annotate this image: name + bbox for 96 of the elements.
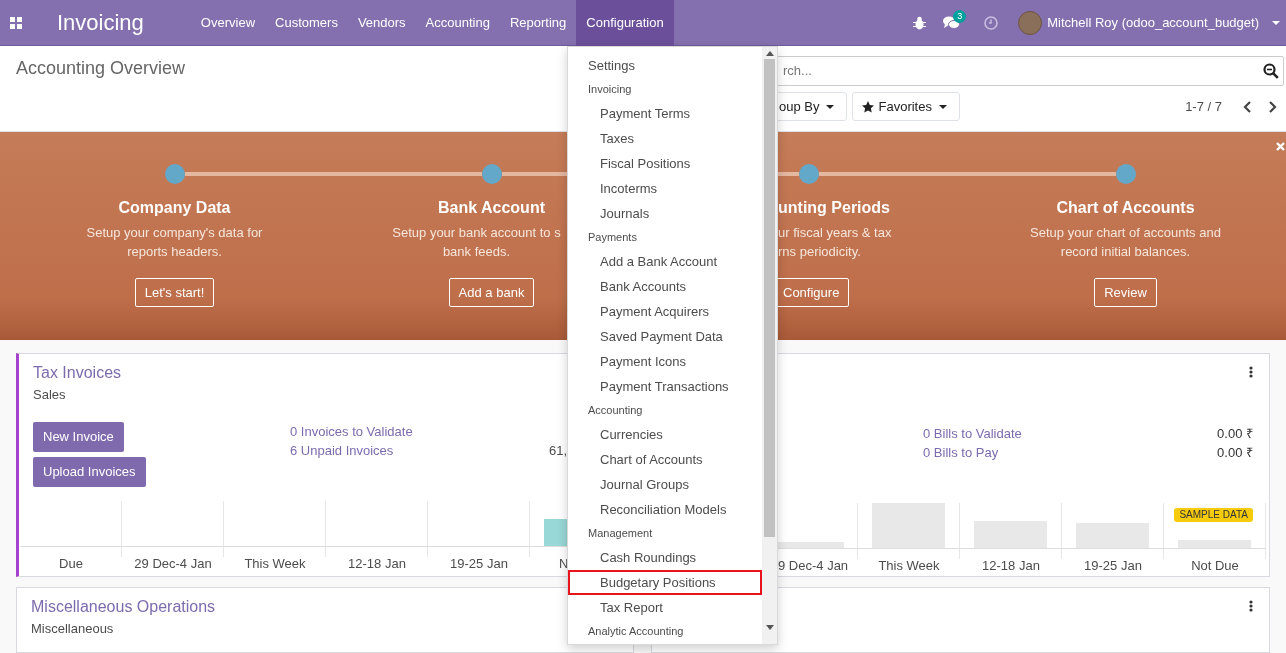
dropdown-item[interactable]: Chart of Accounts — [568, 447, 762, 472]
page-title: Accounting Overview — [16, 57, 187, 79]
journal-action-button[interactable]: New Invoice — [33, 422, 124, 452]
dropdown-item[interactable]: Payment Transactions — [568, 374, 762, 399]
scrollbar-thumb[interactable] — [764, 59, 775, 537]
app-title: Invoicing — [57, 9, 144, 37]
search-input[interactable]: rch... — [771, 60, 1263, 82]
menu-section-header: Accounting — [587, 403, 644, 418]
dropdown-item[interactable]: Currencies — [568, 422, 762, 447]
scroll-down-icon[interactable] — [765, 625, 774, 630]
message-count-badge: 3 — [953, 9, 967, 23]
stat-amount: 0.00 ₹ — [1217, 425, 1253, 443]
avatar — [1018, 10, 1043, 35]
sample-data-badge: SAMPLE DATA — [1174, 508, 1253, 522]
journal-title[interactable]: Tax Invoices — [33, 363, 122, 383]
stat-link[interactable]: 0 Invoices to Validate — [290, 422, 549, 441]
dropdown-item[interactable]: Payment Icons — [568, 349, 762, 374]
step-dot — [164, 164, 185, 184]
dropdown-item[interactable]: Budgetary Positions — [568, 570, 762, 595]
stat-amount: 0.00 ₹ — [1217, 444, 1253, 462]
dropdown-item[interactable]: Taxes — [568, 126, 762, 151]
step-dot — [798, 164, 819, 184]
chevron-left-icon — [1243, 100, 1251, 113]
axis-label: 9 Dec-4 Jan — [778, 559, 850, 573]
stat-link[interactable]: 0 Bills to Pay — [923, 443, 1182, 462]
caret-icon — [938, 104, 947, 109]
search-icon[interactable] — [1263, 63, 1279, 79]
dropdown-item[interactable]: Cash Roundings — [568, 545, 762, 570]
axis-label: N — [558, 557, 567, 571]
menu-item[interactable]: Vendors — [347, 0, 416, 46]
step-button[interactable]: Review — [1094, 278, 1157, 307]
favorites-button[interactable]: Favorites — [852, 92, 960, 121]
grid-icon — [10, 16, 22, 29]
step-dot — [1115, 164, 1136, 184]
step-description: ur fiscal years & tax rns periodicity. — [777, 224, 892, 261]
axis-label: 19-25 Jan — [1083, 559, 1143, 573]
axis-label: 19-25 Jan — [449, 557, 509, 571]
dropdown-item[interactable]: Tax Report — [568, 595, 762, 620]
pager-value: 1-7 / 7 — [1185, 97, 1222, 116]
menu-item[interactable]: Accounting — [415, 0, 500, 46]
scrollbar[interactable] — [762, 47, 777, 644]
menu-section-header: Analytic Accounting — [587, 624, 685, 639]
stat-link[interactable]: 0 Bills to Validate — [923, 424, 1182, 443]
star-icon — [862, 100, 875, 113]
dropdown-item[interactable]: Fiscal Positions — [568, 151, 762, 176]
step-title: Chart of Accounts — [1056, 198, 1195, 218]
axis-label: Not Due — [1190, 559, 1240, 573]
dropdown-item[interactable]: Journal Groups — [568, 472, 762, 497]
dropdown-item[interactable]: Saved Payment Data — [568, 324, 762, 349]
axis-label: 12-18 Jan — [981, 559, 1041, 573]
step-title: Bank Account — [438, 198, 545, 218]
journal-title[interactable]: Miscellaneous Operations — [31, 597, 216, 617]
step-title: Company Data — [118, 198, 231, 218]
kebab-menu-icon[interactable] — [1249, 366, 1253, 378]
journal-type: Miscellaneous — [31, 620, 114, 638]
stat-link[interactable]: 6 Unpaid Invoices — [290, 441, 549, 460]
clock-icon — [984, 15, 999, 30]
menu-item[interactable]: Customers — [265, 0, 348, 46]
chevron-right-icon — [1269, 100, 1277, 113]
dropdown-item[interactable]: Settings — [568, 53, 762, 78]
menu-item[interactable]: Overview — [190, 0, 266, 46]
dropdown-item[interactable]: Add a Bank Account — [568, 249, 762, 274]
dropdown-item[interactable]: Payment Acquirers — [568, 299, 762, 324]
axis-label: 12-18 Jan — [347, 557, 407, 571]
kebab-menu-icon[interactable] — [1249, 600, 1253, 612]
menu-item[interactable]: Reporting — [499, 0, 577, 46]
menu-section-header: Payments — [587, 230, 638, 245]
journal-action-button[interactable]: Upload Invoices — [33, 457, 146, 487]
step-title: unting Periods — [777, 198, 890, 218]
step-description: Setup your chart of accounts and record initial balances. — [1030, 224, 1221, 261]
menu-section-header: Invoicing — [587, 82, 633, 97]
menu-section-header: Management — [587, 526, 654, 541]
stat-amount: 61, — [549, 442, 568, 460]
close-icon[interactable] — [1276, 142, 1285, 151]
dropdown-item[interactable]: Incoterms — [568, 176, 762, 201]
step-description: Setup your bank account to s bank feeds. — [392, 224, 562, 261]
axis-label: 29 Dec-4 Jan — [133, 557, 213, 571]
dropdown-item[interactable]: Payment Terms — [568, 101, 762, 126]
dropdown-item[interactable]: Reconciliation Models — [568, 497, 762, 522]
step-button[interactable]: Add a bank — [448, 278, 535, 307]
axis-label: Due — [58, 557, 84, 571]
step-description: Setup your company's data for reports headers. — [86, 224, 263, 261]
dropdown-item[interactable]: Journals — [568, 201, 762, 226]
menu-item[interactable]: Configuration — [576, 0, 674, 46]
step-button[interactable]: Let's start! — [134, 278, 215, 307]
caret-icon — [826, 104, 835, 109]
dropdown-item[interactable]: Bank Accounts — [568, 274, 762, 299]
caret-icon — [1272, 20, 1280, 25]
scroll-up-icon[interactable] — [765, 51, 774, 56]
axis-label: This Week — [877, 559, 941, 573]
journal-type: Sales — [33, 386, 66, 404]
user-menu-button[interactable]: Mitchell Roy (odoo_account_budget) — [1006, 0, 1286, 46]
axis-label: This Week — [243, 557, 307, 571]
step-dot — [481, 164, 502, 184]
chart-bar — [544, 519, 567, 546]
bug-icon — [913, 15, 927, 30]
